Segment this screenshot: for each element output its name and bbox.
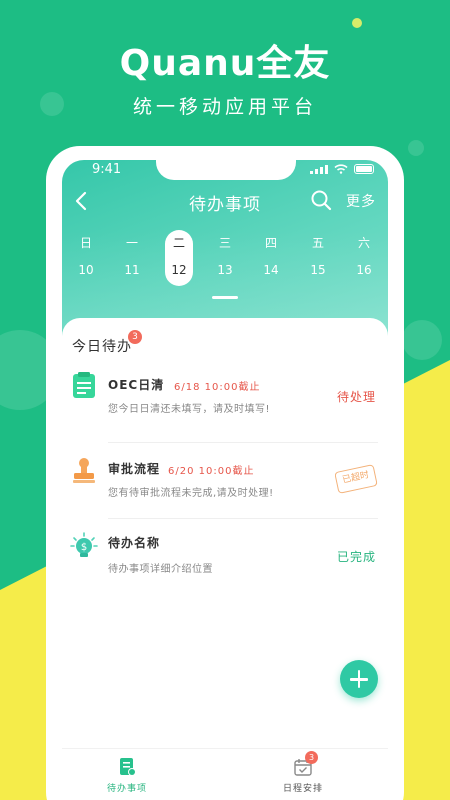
calendar-day[interactable]: 四 14 — [257, 230, 285, 286]
tab-badge: 3 — [305, 751, 318, 764]
signal-icon — [310, 164, 328, 174]
task-title: 待办名称 — [108, 536, 161, 550]
page-title: 待办事项 — [189, 195, 261, 215]
section-title: 今日待办 — [72, 339, 132, 355]
nav-bar: 待办事项 更多 — [62, 186, 388, 216]
task-deadline: 6/20 10:00截止 — [168, 466, 255, 477]
status-time: 9:41 — [92, 162, 122, 177]
task-description: 待办事项详细介绍位置 — [108, 564, 213, 575]
more-button[interactable]: 更多 — [346, 191, 376, 211]
lightbulb-icon: $ — [70, 532, 98, 557]
count-badge: 3 — [128, 330, 142, 344]
task-item[interactable]: OEC日清 6/18 10:00截止 您今日日清还未填写，请及时填写! 待处理 — [62, 366, 388, 442]
calendar-day[interactable]: 三 13 — [211, 230, 239, 286]
task-item[interactable]: $ 待办名称 待办事项详细介绍位置 已完成 — [62, 518, 388, 594]
battery-icon — [354, 164, 374, 174]
today-panel: 今日待办 3 OEC日清 6/18 10:00截止 您今日日清还未填写，请及时填… — [62, 318, 388, 800]
wifi-icon — [334, 164, 348, 174]
week-calendar: 日 10 一 11 二 12 三 13 四 14 五 15 六 16 — [62, 230, 388, 286]
phone-notch — [156, 160, 296, 180]
phone-frame: 9:41 待办事项 更多 日 10 一 11 二 12 三 13 四 14 五 … — [46, 146, 404, 800]
task-title: 审批流程 — [108, 462, 161, 476]
brand-tagline: 统一移动应用平台 — [132, 96, 317, 118]
decor-bubble — [402, 320, 442, 360]
calendar-day[interactable]: 一 11 — [118, 230, 146, 286]
task-item[interactable]: 审批流程 6/20 10:00截止 您有待审批流程未完成,请及时处理! 已超时 — [62, 442, 388, 518]
decor-bubble — [408, 140, 424, 156]
task-status: 已完成 — [336, 550, 376, 564]
add-button[interactable] — [340, 660, 378, 698]
tab-todo[interactable]: 待办事项 — [72, 757, 182, 794]
tab-label: 待办事项 — [106, 784, 147, 794]
status-icons — [310, 164, 374, 174]
task-deadline: 6/18 10:00截止 — [174, 382, 261, 393]
header-hero: 9:41 待办事项 更多 日 10 一 11 二 12 三 13 四 14 五 … — [62, 160, 388, 338]
svg-text:$: $ — [81, 542, 87, 553]
calendar-day-selected[interactable]: 二 12 — [165, 230, 193, 286]
app-screen: 9:41 待办事项 更多 日 10 一 11 二 12 三 13 四 14 五 … — [62, 160, 388, 800]
brand-logo: Quanu全友 — [119, 43, 331, 84]
task-title: OEC日清 — [108, 378, 165, 392]
stamp-icon — [73, 458, 95, 483]
calendar-check-container: 3 — [293, 751, 318, 777]
expand-handle[interactable] — [212, 296, 238, 299]
overdue-stamp: 已超时 — [334, 464, 378, 494]
calendar-day[interactable]: 五 15 — [304, 230, 332, 286]
calendar-day[interactable]: 日 10 — [72, 230, 100, 286]
tab-label: 日程安排 — [282, 784, 323, 794]
clipboard-icon — [73, 372, 95, 398]
tab-schedule[interactable]: 3 日程安排 — [248, 751, 358, 794]
todo-list-icon — [120, 758, 136, 776]
calendar-day[interactable]: 六 16 — [350, 230, 378, 286]
tab-bar: 待办事项 3 日程安排 — [62, 748, 388, 800]
search-icon[interactable] — [310, 189, 332, 211]
task-description: 您今日日清还未填写，请及时填写! — [108, 404, 271, 415]
decor-dot — [352, 18, 362, 28]
task-status: 待处理 — [336, 390, 376, 404]
task-description: 您有待审批流程未完成,请及时处理! — [108, 488, 274, 499]
